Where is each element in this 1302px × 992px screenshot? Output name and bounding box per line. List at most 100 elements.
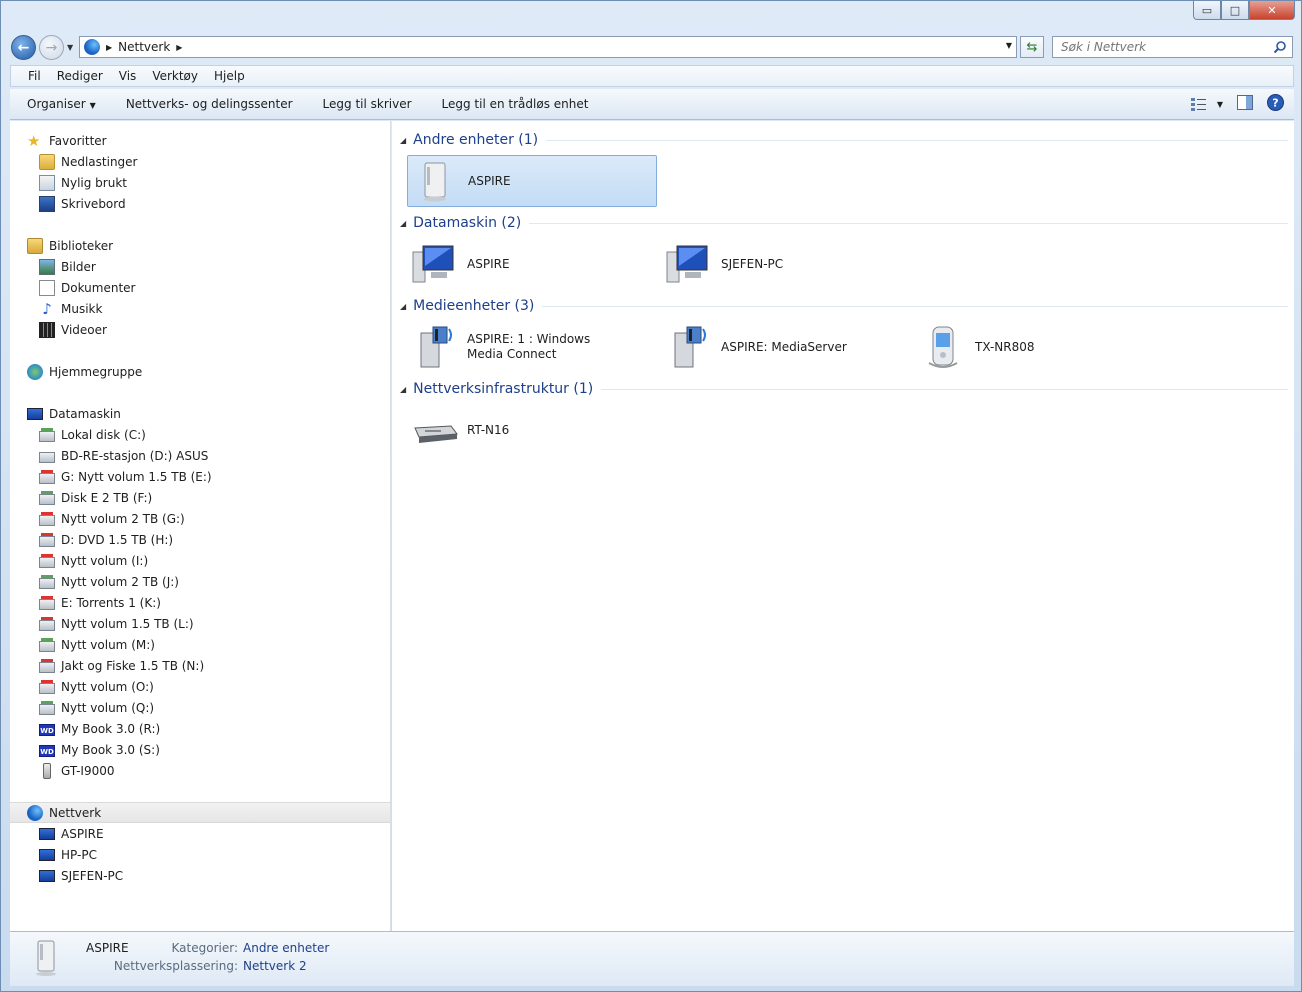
nav-item-drive[interactable]: BD-RE-stasjon (D:) ASUS (39, 445, 208, 466)
divider (601, 388, 1288, 390)
refresh-button[interactable]: ⇆ (1020, 36, 1044, 58)
nav-item-drive[interactable]: Nytt volum 1.5 TB (L:) (39, 613, 194, 634)
nav-item-drive[interactable]: GT-I9000 (39, 760, 115, 781)
device-tile-aspire-mediaserver[interactable]: ASPIRE: MediaServer (661, 321, 911, 373)
nav-item-drive[interactable]: Nytt volum (I:) (39, 550, 148, 571)
nav-item-drive[interactable]: Nytt volum (M:) (39, 634, 155, 655)
wd-drive-icon: WD (39, 744, 55, 757)
preview-pane-button[interactable] (1237, 95, 1253, 113)
nav-item-drive[interactable]: Nytt volum 2 TB (G:) (39, 508, 185, 529)
nav-item-drive[interactable]: WD My Book 3.0 (S:) (39, 739, 160, 760)
recent-places-icon (39, 174, 55, 191)
nav-network[interactable]: Nettverk (10, 802, 390, 823)
breadcrumb-nettverk[interactable]: Nettverk (118, 40, 170, 54)
nav-item-aspire[interactable]: ASPIRE (39, 823, 104, 844)
collapse-triangle-icon[interactable]: ◢ (400, 302, 406, 311)
media-device-icon (412, 157, 460, 205)
nav-item-drive[interactable]: Disk E 2 TB (F:) (39, 487, 152, 508)
menu-verktoy[interactable]: Verktøy (152, 69, 198, 83)
organize-button[interactable]: Organiser ▼ (27, 97, 96, 111)
nav-item-drive[interactable]: E: Torrents 1 (K:) (39, 592, 161, 613)
search-input[interactable] (1061, 40, 1261, 54)
nav-label: Biblioteker (49, 238, 114, 253)
breadcrumb-separator-icon[interactable]: ▶ (106, 43, 112, 52)
nav-item-music[interactable]: ♪ Musikk (39, 298, 102, 319)
nav-item-drive[interactable]: Jakt og Fiske 1.5 TB (N:) (39, 655, 204, 676)
forward-button[interactable]: → (39, 35, 64, 60)
drive-green-icon (39, 574, 55, 589)
nav-item-documents[interactable]: Dokumenter (39, 277, 135, 298)
nav-item-drive[interactable]: D: DVD 1.5 TB (H:) (39, 529, 173, 550)
content-pane: ◢ Andre enheter (1) ASPIRE ◢ Datamaskin … (392, 121, 1294, 931)
phone-icon (43, 762, 51, 779)
collapse-triangle-icon[interactable]: ◢ (400, 219, 406, 228)
help-button[interactable]: ? (1267, 94, 1284, 114)
address-dropdown-icon[interactable]: ▼ (1006, 41, 1012, 50)
device-tile-rt-n16[interactable]: RT-N16 (407, 404, 657, 456)
menu-fil[interactable]: Fil (28, 69, 41, 83)
menu-vis[interactable]: Vis (119, 69, 137, 83)
nav-item-pictures[interactable]: Bilder (39, 256, 96, 277)
group-header-network-infrastructure[interactable]: ◢ Nettverksinfrastruktur (1) (400, 379, 1288, 399)
network-center-button[interactable]: Nettverks- og delingssenter (126, 97, 293, 111)
nav-item-hp-pc[interactable]: HP-PC (39, 844, 97, 865)
nav-item-drive[interactable]: G: Nytt volum 1.5 TB (E:) (39, 466, 212, 487)
chevron-down-icon[interactable]: ▼ (1217, 100, 1223, 109)
device-tile-aspire-other[interactable]: ASPIRE (407, 155, 657, 207)
device-tile-aspire-computer[interactable]: ASPIRE (407, 238, 657, 290)
nav-item-drive[interactable]: Nytt volum (Q:) (39, 697, 154, 718)
group-header-other-devices[interactable]: ◢ Andre enheter (1) (400, 130, 1288, 150)
collapse-triangle-icon[interactable]: ◢ (400, 136, 406, 145)
address-bar[interactable]: ▶ Nettverk ▶ ▼ (79, 36, 1017, 58)
nav-computer[interactable]: Datamaskin (27, 403, 121, 424)
nav-homegroup[interactable]: Hjemmegruppe (27, 361, 142, 382)
help-icon: ? (1267, 94, 1284, 111)
drive-green-icon (39, 700, 55, 715)
group-header-computers[interactable]: ◢ Datamaskin (2) (400, 213, 1288, 233)
nav-item-drive[interactable]: Nytt volum (O:) (39, 676, 154, 697)
explorer-window: ▭ □ ✕ ← → ▼ ▶ Nettverk ▶ ▼ ⇆ Fil Rediger… (0, 0, 1302, 992)
change-view-button[interactable]: ▼ (1190, 97, 1223, 111)
nav-favorites[interactable]: ★ Favoritter (27, 130, 107, 151)
device-tile-aspire-wmc[interactable]: ASPIRE: 1 : Windows Media Connect (407, 321, 657, 373)
navigation-bar: ← → ▼ ▶ Nettverk ▶ ▼ ⇆ (1, 31, 1301, 63)
arrow-left-icon: ← (17, 39, 30, 56)
minimize-button[interactable]: ▭ (1193, 1, 1221, 20)
menu-hjelp[interactable]: Hjelp (214, 69, 245, 83)
drive-red-icon (39, 658, 55, 673)
nav-item-drive[interactable]: WD My Book 3.0 (R:) (39, 718, 160, 739)
nav-item-drive[interactable]: Lokal disk (C:) (39, 424, 146, 445)
add-printer-button[interactable]: Legg til skriver (323, 97, 412, 111)
nav-item-sjefen-pc[interactable]: SJEFEN-PC (39, 865, 123, 886)
add-wireless-device-button[interactable]: Legg til en trådløs enhet (442, 97, 589, 111)
nav-item-videos[interactable]: Videoer (39, 319, 107, 340)
close-button[interactable]: ✕ (1249, 1, 1295, 20)
nav-item-recent[interactable]: Nylig brukt (39, 172, 127, 193)
nav-label: Nettverk (49, 805, 102, 820)
group-header-media-devices[interactable]: ◢ Medieenheter (3) (400, 296, 1288, 316)
nav-item-desktop[interactable]: Skrivebord (39, 193, 126, 214)
back-button[interactable]: ← (11, 35, 36, 60)
breadcrumb-separator-icon[interactable]: ▶ (176, 43, 182, 52)
search-icon[interactable] (1273, 40, 1287, 57)
device-tile-tx-nr808[interactable]: TX-NR808 (915, 321, 1165, 373)
nav-libraries[interactable]: Biblioteker (27, 235, 113, 256)
preview-pane-icon (1237, 95, 1253, 110)
maximize-button[interactable]: □ (1221, 1, 1249, 20)
music-note-icon: ♪ (42, 299, 52, 318)
device-tile-sjefen-pc[interactable]: SJEFEN-PC (661, 238, 911, 290)
details-category-value: Andre enheter (243, 941, 330, 955)
collapse-triangle-icon[interactable]: ◢ (400, 385, 406, 394)
nav-label: Nytt volum 2 TB (J:) (61, 574, 179, 589)
network-icon (27, 804, 43, 821)
nav-label: HP-PC (61, 847, 97, 862)
search-box[interactable] (1052, 36, 1293, 58)
nav-item-downloads[interactable]: Nedlastinger (39, 151, 138, 172)
recent-pages-dropdown[interactable]: ▼ (67, 43, 73, 52)
media-server-icon (665, 323, 713, 371)
menu-rediger[interactable]: Rediger (57, 69, 103, 83)
nav-label: Hjemmegruppe (49, 364, 143, 379)
nav-label: Bilder (61, 259, 96, 274)
details-location-label: Nettverksplassering: (113, 959, 238, 973)
nav-item-drive[interactable]: Nytt volum 2 TB (J:) (39, 571, 179, 592)
